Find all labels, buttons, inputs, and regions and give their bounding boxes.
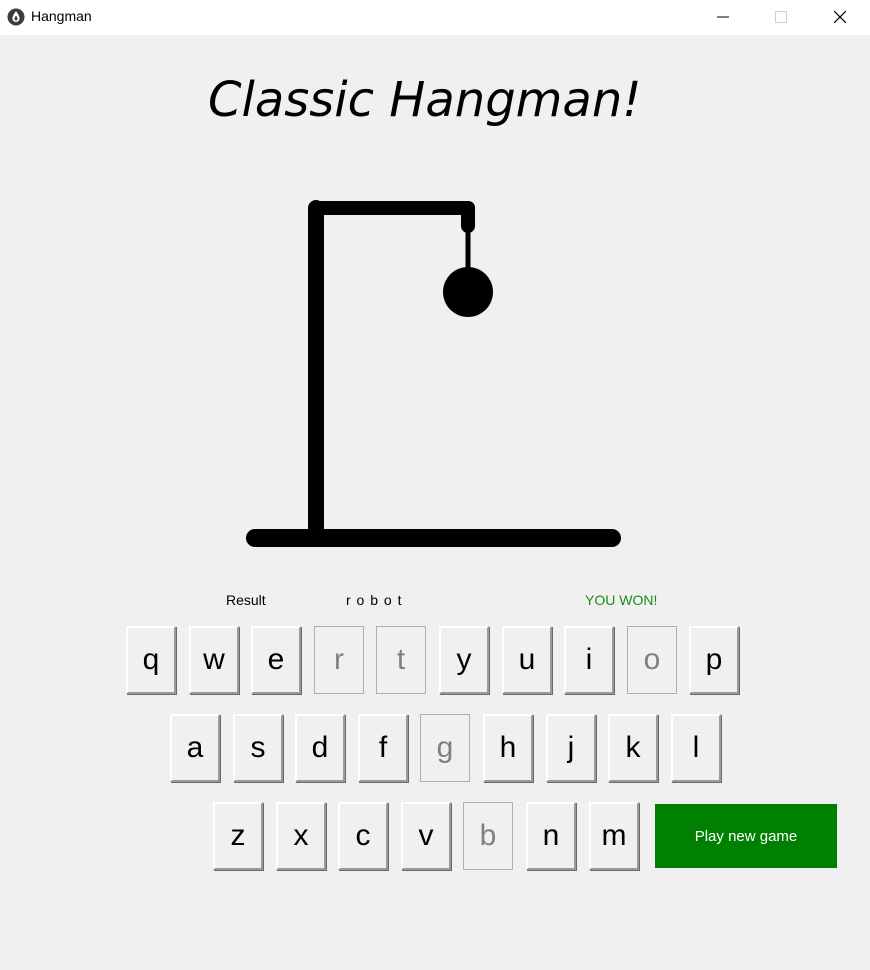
result-label: Result [226, 592, 266, 608]
hangman-head [443, 267, 493, 317]
key-w[interactable]: w [189, 626, 239, 694]
key-d[interactable]: d [295, 714, 345, 782]
key-n[interactable]: n [526, 802, 576, 870]
key-a[interactable]: a [170, 714, 220, 782]
guessed-word: r o b o t [346, 592, 403, 608]
key-o[interactable]: o [627, 626, 677, 694]
key-g[interactable]: g [420, 714, 470, 782]
key-s[interactable]: s [233, 714, 283, 782]
key-t[interactable]: t [376, 626, 426, 694]
key-v[interactable]: v [401, 802, 451, 870]
play-new-game-button[interactable]: Play new game [655, 804, 837, 868]
key-k[interactable]: k [608, 714, 658, 782]
result-message: YOU WON! [585, 592, 658, 608]
key-j[interactable]: j [546, 714, 596, 782]
key-i[interactable]: i [564, 626, 614, 694]
key-b[interactable]: b [463, 802, 513, 870]
key-p[interactable]: p [689, 626, 739, 694]
key-c[interactable]: c [338, 802, 388, 870]
key-u[interactable]: u [502, 626, 552, 694]
hangman-drawing [246, 200, 621, 547]
key-l[interactable]: l [671, 714, 721, 782]
key-m[interactable]: m [589, 802, 639, 870]
key-r[interactable]: r [314, 626, 364, 694]
key-z[interactable]: z [213, 802, 263, 870]
key-e[interactable]: e [251, 626, 301, 694]
key-q[interactable]: q [126, 626, 176, 694]
key-x[interactable]: x [276, 802, 326, 870]
key-h[interactable]: h [483, 714, 533, 782]
key-f[interactable]: f [358, 714, 408, 782]
key-y[interactable]: y [439, 626, 489, 694]
